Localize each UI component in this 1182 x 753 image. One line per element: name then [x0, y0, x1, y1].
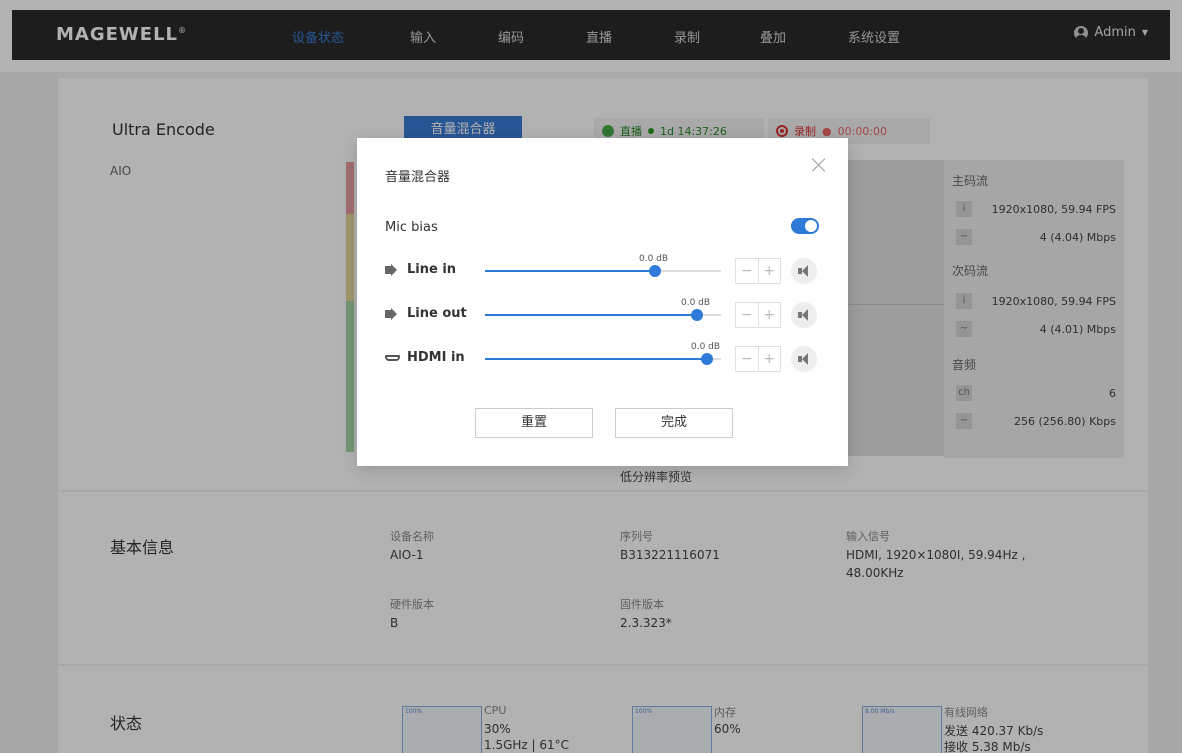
slider-thumb[interactable]: [691, 309, 703, 321]
close-icon[interactable]: [810, 156, 828, 174]
channel-label: HDMI in: [407, 350, 465, 365]
volume-stepper[interactable]: − +: [735, 346, 781, 372]
increase-button[interactable]: +: [759, 347, 781, 371]
increase-button[interactable]: +: [759, 259, 781, 283]
slider-thumb[interactable]: [649, 265, 661, 277]
channel-row-line-out: Line out 0.0 dB − +: [385, 298, 825, 330]
volume-slider[interactable]: 0.0 dB: [485, 298, 721, 321]
speaker-icon: [385, 264, 401, 276]
channel-label: Line out: [407, 306, 467, 321]
decrease-button[interactable]: −: [736, 259, 759, 283]
decrease-button[interactable]: −: [736, 347, 759, 371]
decrease-button[interactable]: −: [736, 303, 759, 327]
channel-row-hdmi-in: HDMI in 0.0 dB − +: [385, 342, 825, 374]
volume-stepper[interactable]: − +: [735, 302, 781, 328]
db-value: 0.0 dB: [691, 342, 721, 352]
channel-row-line-in: Line in 0.0 dB − +: [385, 254, 825, 286]
db-value: 0.0 dB: [639, 254, 669, 264]
mute-button[interactable]: [791, 258, 817, 284]
done-button[interactable]: 完成: [615, 408, 733, 438]
volume-slider[interactable]: 0.0 dB: [485, 254, 721, 277]
channel-label: Line in: [407, 262, 457, 277]
volume-stepper[interactable]: − +: [735, 258, 781, 284]
audio-mixer-dialog: 音量混合器 Mic bias Line in 0.0 dB − + Line o…: [357, 138, 848, 466]
dialog-title: 音量混合器: [385, 170, 451, 185]
mute-button[interactable]: [791, 302, 817, 328]
reset-button[interactable]: 重置: [475, 408, 593, 438]
db-value: 0.0 dB: [681, 298, 711, 308]
mic-bias-toggle[interactable]: [791, 218, 819, 234]
mute-button[interactable]: [791, 346, 817, 372]
increase-button[interactable]: +: [759, 303, 781, 327]
speaker-icon: [385, 308, 401, 320]
hdmi-icon: [385, 352, 401, 364]
volume-slider[interactable]: 0.0 dB: [485, 342, 721, 365]
mic-bias-label: Mic bias: [385, 220, 438, 235]
slider-thumb[interactable]: [701, 353, 713, 365]
